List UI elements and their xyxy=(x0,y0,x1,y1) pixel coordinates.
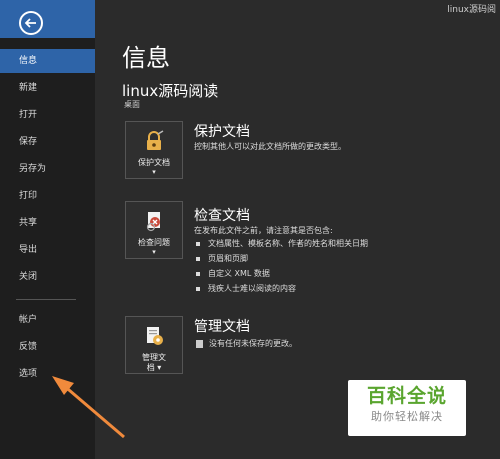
watermark-logo: 百科全说 助你轻松解决 xyxy=(348,380,466,436)
watermark-title: 百科全说 xyxy=(366,385,447,407)
watermark-subtitle: 助你轻松解决 xyxy=(371,410,443,423)
